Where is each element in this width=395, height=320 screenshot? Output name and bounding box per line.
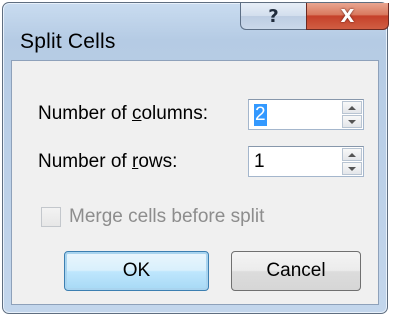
rows-spin-buttons [342, 148, 362, 175]
help-icon: ? [268, 5, 279, 27]
merge-cells-checkbox[interactable] [41, 207, 61, 227]
columns-value[interactable]: 2 [254, 104, 267, 126]
arrow-down-icon [348, 119, 356, 124]
split-cells-dialog: Split Cells ? X Number of columns: 2 Num… [2, 2, 389, 314]
title-bar[interactable]: Split Cells ? X [3, 3, 389, 53]
arrow-down-icon [348, 166, 356, 171]
columns-label: Number of columns: [38, 103, 209, 124]
close-icon: X [340, 5, 355, 27]
columns-spinner[interactable]: 2 [248, 99, 364, 130]
columns-increment-button[interactable] [342, 101, 362, 114]
ok-button[interactable]: OK [64, 251, 209, 291]
rows-increment-button[interactable] [342, 148, 362, 161]
dialog-title: Split Cells [20, 30, 116, 53]
dialog-body: Number of columns: 2 Number of rows: 1 M… [11, 60, 379, 305]
rows-decrement-button[interactable] [342, 162, 362, 175]
rows-label: Number of rows: [38, 151, 178, 172]
merge-cells-label: Merge cells before split [69, 206, 265, 227]
help-button[interactable]: ? [240, 3, 306, 30]
columns-spin-buttons [342, 101, 362, 128]
arrow-up-icon [348, 152, 356, 157]
close-button[interactable]: X [306, 3, 389, 30]
rows-value[interactable]: 1 [254, 151, 265, 173]
arrow-up-icon [348, 105, 356, 110]
caption-buttons: ? X [240, 3, 389, 30]
rows-spinner[interactable]: 1 [248, 146, 364, 177]
columns-decrement-button[interactable] [342, 115, 362, 128]
cancel-button[interactable]: Cancel [231, 251, 361, 291]
